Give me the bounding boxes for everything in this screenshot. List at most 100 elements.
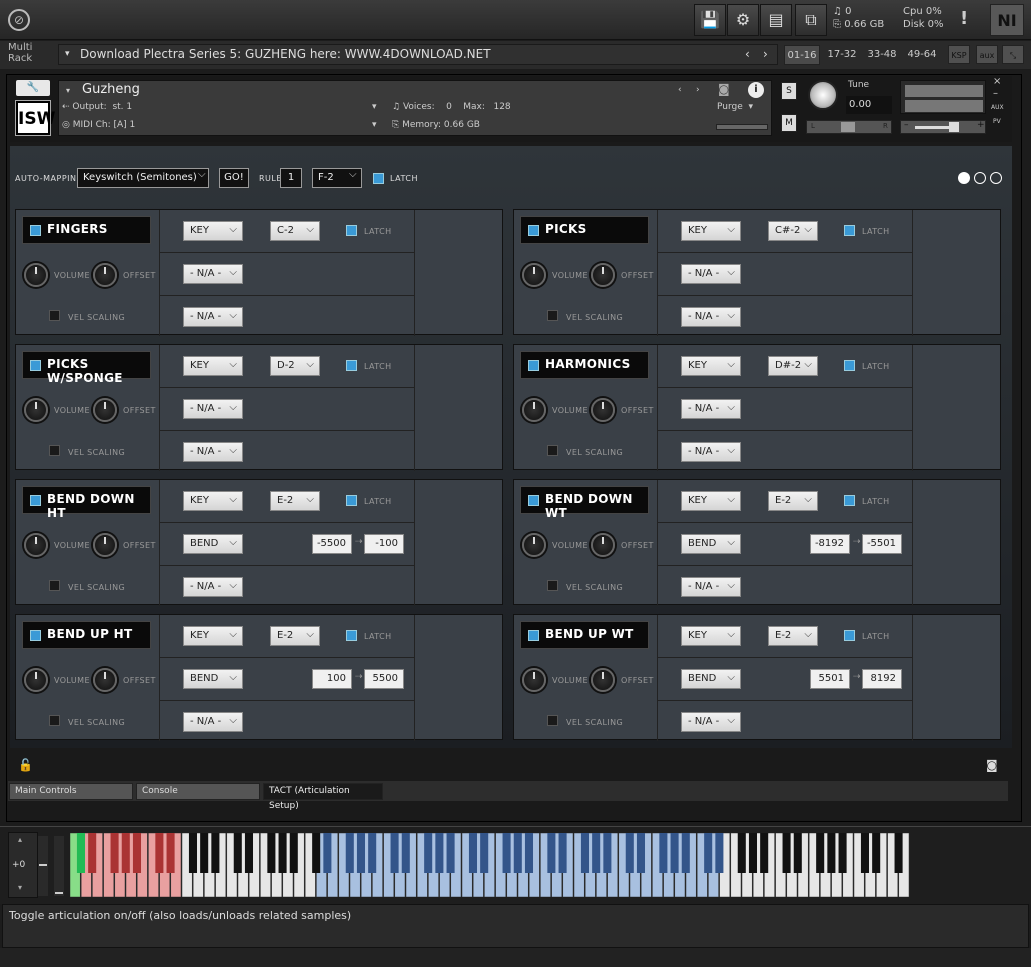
volume-slider[interactable]: – +	[900, 120, 986, 134]
modifier-dropdown[interactable]: BEND	[681, 534, 741, 554]
black-key[interactable]	[524, 833, 534, 873]
tab-tact[interactable]: TACT (Articulation Setup)	[263, 783, 383, 811]
black-key[interactable]	[580, 833, 590, 873]
black-key[interactable]	[480, 833, 489, 873]
view-layout-icon[interactable]: ▤	[760, 4, 792, 36]
modifier2-dropdown[interactable]: - N/A -	[681, 577, 741, 597]
modifier-dropdown[interactable]: - N/A -	[681, 399, 741, 419]
modifier-dropdown[interactable]: - N/A -	[183, 264, 243, 284]
page-dot-1[interactable]	[958, 172, 970, 184]
black-key[interactable]	[289, 833, 298, 873]
black-key[interactable]	[737, 833, 746, 873]
articulation-toggle-checkbox[interactable]	[528, 495, 539, 506]
modifier-dropdown[interactable]: BEND	[183, 534, 243, 554]
vel-scaling-checkbox[interactable]	[547, 580, 558, 591]
black-key[interactable]	[345, 833, 354, 873]
close-instrument-icon[interactable]: ×	[993, 76, 1001, 87]
rule-field[interactable]: 1	[280, 168, 302, 188]
offset-knob[interactable]	[93, 533, 117, 557]
page-dot-3[interactable]	[990, 172, 1002, 184]
range-to-field[interactable]: -100	[364, 534, 404, 554]
trigger-key-dropdown[interactable]: C#-2	[768, 221, 818, 241]
modifier-dropdown[interactable]: BEND	[183, 669, 243, 689]
black-key[interactable]	[827, 833, 836, 873]
black-key[interactable]	[468, 833, 478, 873]
black-key[interactable]	[323, 833, 332, 873]
black-key[interactable]	[838, 833, 847, 873]
rack-menu-icon[interactable]: ▾	[65, 45, 70, 64]
black-key[interactable]	[435, 833, 444, 873]
black-key[interactable]	[446, 833, 455, 873]
gear-icon[interactable]: ⚙	[727, 4, 759, 36]
black-key[interactable]	[513, 833, 522, 873]
page-tab-3[interactable]: 33-48	[864, 45, 900, 65]
mod-wheel[interactable]	[54, 836, 64, 896]
trigger-type-dropdown[interactable]: KEY	[183, 626, 243, 646]
modifier-dropdown[interactable]: BEND	[681, 669, 741, 689]
volume-handle[interactable]	[949, 122, 959, 132]
modifier2-dropdown[interactable]: - N/A -	[681, 442, 741, 462]
rack-name-field[interactable]: ▾ Download Plectra Series 5: GUZHENG here…	[58, 44, 778, 65]
automap-mode-dropdown[interactable]: Keyswitch (Semitones)	[77, 168, 209, 188]
articulation-toggle-checkbox[interactable]	[528, 630, 539, 641]
trigger-key-dropdown[interactable]: E-2	[768, 491, 818, 511]
panel-latch-checkbox[interactable]	[346, 495, 357, 506]
tab-main-controls[interactable]: Main Controls	[9, 783, 133, 800]
black-key[interactable]	[659, 833, 668, 873]
octave-down-icon[interactable]: ▾	[18, 883, 22, 892]
modifier-dropdown[interactable]: - N/A -	[681, 264, 741, 284]
modifier2-dropdown[interactable]: - N/A -	[681, 307, 741, 327]
black-key[interactable]	[502, 833, 511, 873]
instrument-prev-icon[interactable]: ‹	[678, 85, 682, 95]
black-key[interactable]	[558, 833, 567, 873]
articulation-name-box[interactable]: PICKS	[520, 216, 649, 244]
piano-keyboard[interactable]	[70, 833, 922, 897]
black-key[interactable]	[244, 833, 254, 873]
vel-scaling-checkbox[interactable]	[49, 445, 60, 456]
volume-knob[interactable]	[24, 398, 48, 422]
trigger-key-dropdown[interactable]: D-2	[270, 356, 320, 376]
black-key[interactable]	[793, 833, 802, 873]
articulation-name-box[interactable]: FINGERS	[22, 216, 151, 244]
instrument-next-icon[interactable]: ›	[696, 85, 700, 95]
articulation-name-box[interactable]: PICKS W/SPONGE	[22, 351, 151, 385]
black-key[interactable]	[368, 833, 377, 873]
black-key[interactable]	[894, 833, 903, 873]
volume-knob[interactable]	[522, 263, 546, 287]
aux-button[interactable]: aux	[976, 45, 998, 64]
minimize-instrument-icon[interactable]: –	[993, 88, 998, 99]
range-from-field[interactable]: -5500	[312, 534, 352, 554]
black-key[interactable]	[155, 833, 164, 873]
black-key[interactable]	[390, 833, 399, 873]
vel-scaling-checkbox[interactable]	[49, 715, 60, 726]
modifier2-dropdown[interactable]: - N/A -	[183, 712, 243, 732]
black-key[interactable]	[782, 833, 791, 873]
black-key[interactable]	[592, 833, 601, 873]
black-key[interactable]	[816, 833, 825, 873]
page-tab-2[interactable]: 17-32	[824, 45, 860, 65]
volume-knob[interactable]	[522, 398, 546, 422]
modifier2-dropdown[interactable]: - N/A -	[183, 577, 243, 597]
black-key[interactable]	[233, 833, 242, 873]
collapse-icon[interactable]: ⤡	[1002, 45, 1024, 64]
trigger-type-dropdown[interactable]: KEY	[681, 491, 741, 511]
window-resize-icon[interactable]: ⧉	[795, 4, 827, 36]
pitch-wheel[interactable]	[38, 836, 48, 896]
tab-console[interactable]: Console	[136, 783, 260, 800]
midi-channel-field[interactable]: ◎ MIDI Ch: [A] 1	[62, 120, 135, 130]
articulation-name-box[interactable]: BEND UP WT	[520, 621, 649, 649]
black-key[interactable]	[76, 833, 86, 873]
range-to-field[interactable]: 5500	[364, 669, 404, 689]
trigger-type-dropdown[interactable]: KEY	[681, 356, 741, 376]
go-button[interactable]: GO!	[219, 168, 249, 188]
black-key[interactable]	[670, 833, 679, 873]
latch-checkbox[interactable]	[373, 173, 384, 184]
articulation-name-box[interactable]: BEND DOWN WT	[520, 486, 649, 520]
aux-label[interactable]: AUX	[991, 104, 1004, 111]
black-key[interactable]	[603, 833, 612, 873]
volume-knob[interactable]	[522, 533, 546, 557]
trigger-type-dropdown[interactable]: KEY	[183, 221, 243, 241]
trigger-key-dropdown[interactable]: E-2	[768, 626, 818, 646]
pan-handle[interactable]	[841, 122, 855, 132]
black-key[interactable]	[200, 833, 209, 873]
